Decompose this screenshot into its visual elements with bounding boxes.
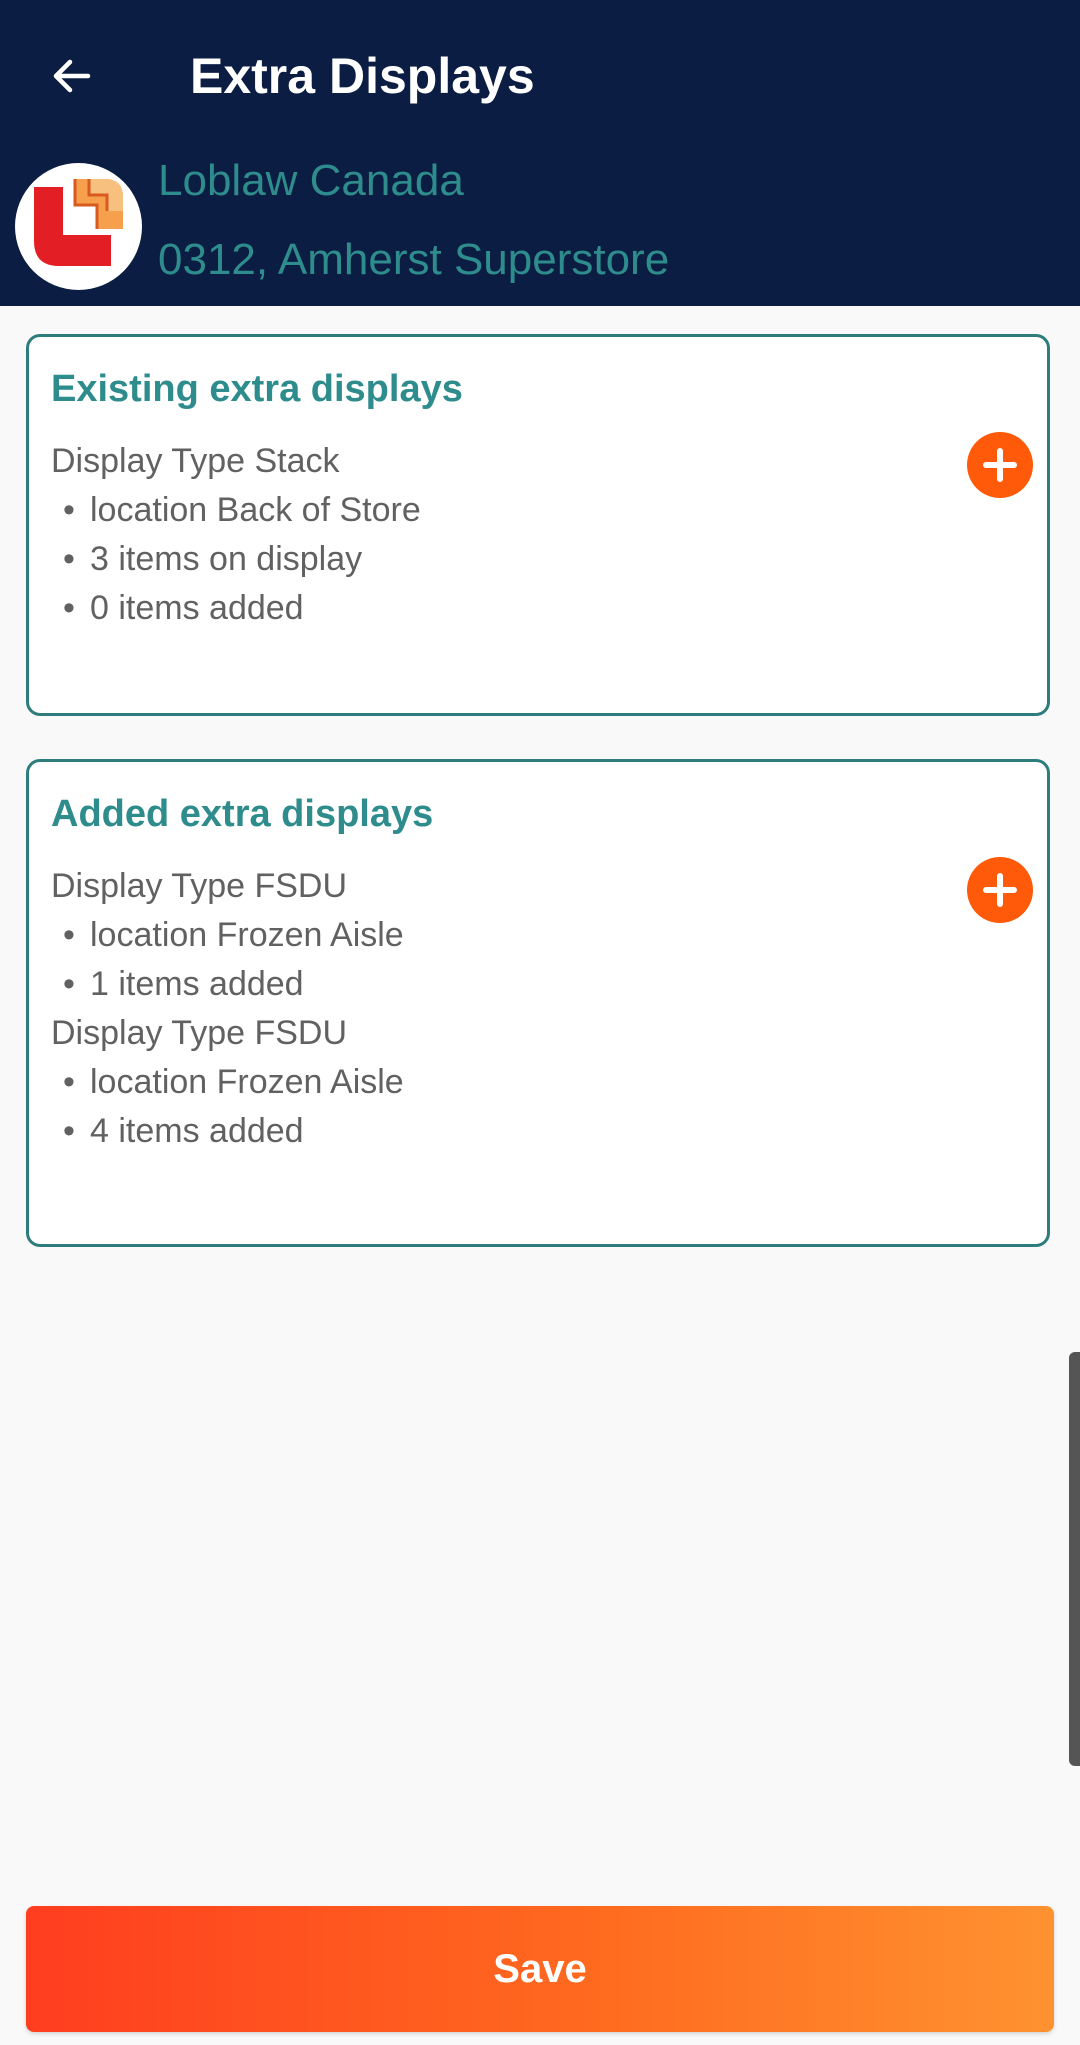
existing-displays-title: Existing extra displays (51, 368, 463, 410)
plus-icon (983, 873, 1017, 907)
display-location-line: location Back of Store (51, 486, 421, 535)
display-type-line: Display Type FSDU (51, 1014, 348, 1052)
existing-displays-list: Display Type Stack location Back of Stor… (51, 437, 421, 633)
display-location-line: location Frozen Aisle (51, 911, 404, 960)
loblaw-logo-icon (34, 179, 123, 266)
store-logo (15, 163, 142, 290)
display-type-line: Display Type Stack (51, 442, 340, 480)
scrollbar[interactable] (1069, 1352, 1080, 1766)
page-title: Extra Displays (190, 48, 535, 104)
added-displays-list: Display Type FSDU location Frozen Aisle … (51, 862, 404, 1156)
add-existing-display-button[interactable] (967, 432, 1033, 498)
save-button[interactable]: Save (26, 1906, 1054, 2032)
display-items-added-line: 0 items added (51, 584, 421, 633)
arrow-left-icon (53, 59, 91, 93)
added-displays-title: Added extra displays (51, 793, 434, 835)
display-type-line: Display Type FSDU (51, 867, 348, 905)
display-items-added-line: 4 items added (51, 1107, 404, 1156)
plus-icon (983, 448, 1017, 482)
store-company-name: Loblaw Canada (158, 156, 464, 205)
existing-displays-card: Existing extra displays Display Type Sta… (26, 334, 1050, 716)
store-location: 0312, Amherst Superstore (158, 235, 670, 284)
display-items-on-display-line: 3 items on display (51, 535, 421, 584)
added-displays-card: Added extra displays Display Type FSDU l… (26, 759, 1050, 1247)
display-location-line: location Frozen Aisle (51, 1058, 404, 1107)
back-button[interactable] (40, 44, 104, 108)
app-header: Extra Displays Loblaw Canada 0312, Amher… (0, 0, 1080, 306)
add-new-display-button[interactable] (967, 857, 1033, 923)
display-items-added-line: 1 items added (51, 960, 404, 1009)
